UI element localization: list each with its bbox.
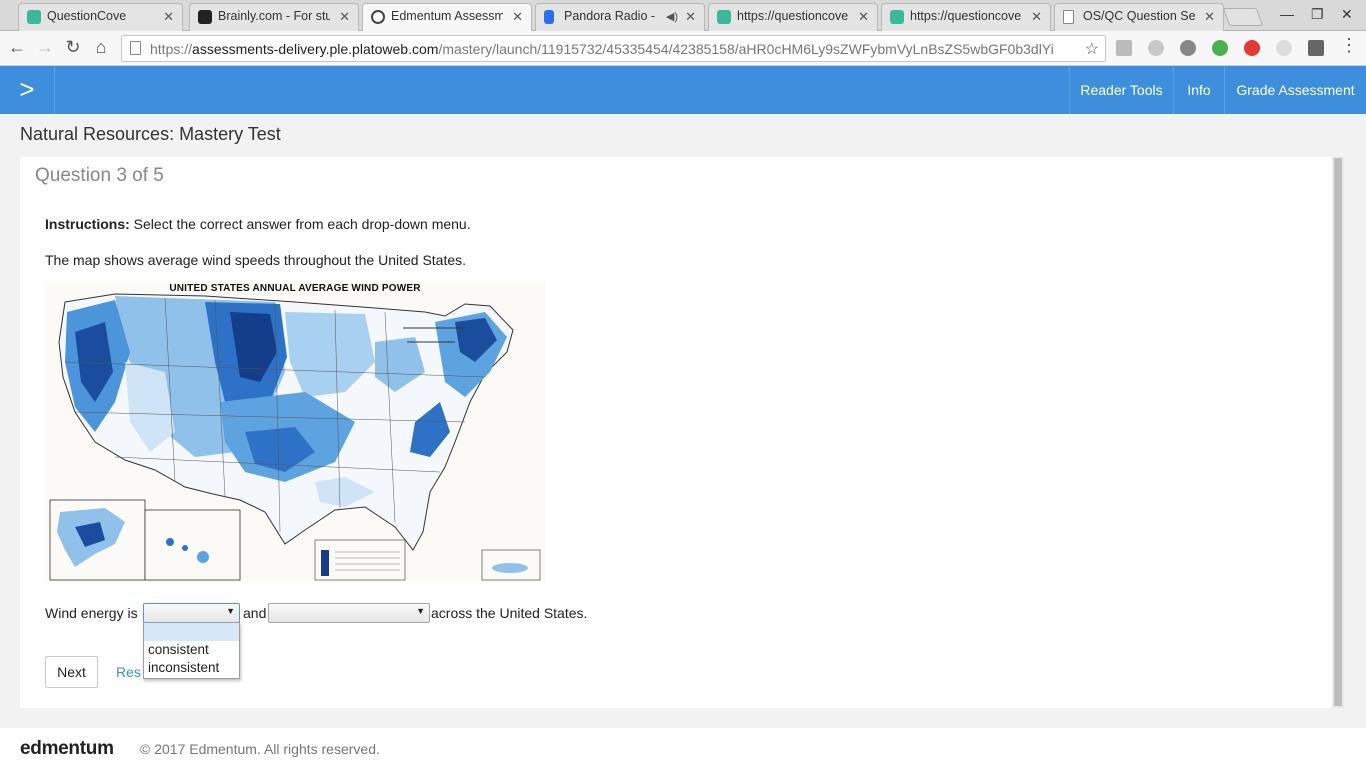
maximize-icon[interactable]: ❐ bbox=[1311, 6, 1324, 23]
tab-brainly[interactable]: Brainly.com - For stu ✕ bbox=[189, 3, 359, 31]
new-tab-button[interactable] bbox=[1222, 8, 1264, 26]
app-header: > Reader Tools Info Grade Assessment bbox=[0, 66, 1366, 114]
extension-icon[interactable] bbox=[1148, 40, 1164, 56]
tab-title: Pandora Radio - L bbox=[564, 9, 656, 23]
brainly-favicon-icon bbox=[198, 10, 212, 24]
extension-icon[interactable] bbox=[1276, 40, 1292, 56]
dropdown-option-empty[interactable] bbox=[144, 623, 239, 641]
minimize-icon[interactable]: — bbox=[1280, 6, 1294, 22]
tab-title: QuestionCove bbox=[47, 9, 127, 23]
questioncove-favicon-icon bbox=[890, 10, 904, 24]
tab-pandora[interactable]: Pandora Radio - L ◀) ✕ bbox=[535, 3, 705, 31]
tab-edmentum[interactable]: Edmentum Assessm ✕ bbox=[362, 3, 532, 32]
address-bar[interactable]: https://assessments-delivery.ple.platowe… bbox=[121, 35, 1106, 62]
dropdown-option-consistent[interactable]: consistent bbox=[144, 641, 239, 659]
chevron-right-icon[interactable]: > bbox=[0, 66, 55, 114]
map-image bbox=[45, 282, 545, 582]
pandora-favicon-icon bbox=[544, 10, 554, 24]
questioncove-favicon-icon bbox=[27, 10, 41, 24]
dropdown-arrow-icon: ▼ bbox=[226, 606, 235, 616]
browser-tab-strip: QuestionCove ✕ Brainly.com - For stu ✕ E… bbox=[0, 0, 1366, 32]
map-title: UNITED STATES ANNUAL AVERAGE WIND POWER bbox=[169, 283, 421, 294]
dropdown-2[interactable]: ▼ bbox=[268, 603, 430, 623]
close-tab-icon[interactable]: ✕ bbox=[163, 9, 174, 25]
dropdown-1-options: consistent inconsistent bbox=[143, 622, 240, 679]
dropdown-option-inconsistent[interactable]: inconsistent bbox=[144, 659, 239, 677]
tab-title: https://questioncove bbox=[737, 9, 849, 23]
chrome-menu-icon[interactable]: ⋮ bbox=[1338, 35, 1360, 56]
tab-questioncove-2[interactable]: https://questioncove ✕ bbox=[708, 3, 878, 31]
close-window-icon[interactable]: ✕ bbox=[1341, 6, 1353, 23]
tab-title: OS/QC Question Sea bbox=[1083, 9, 1195, 23]
home-icon[interactable]: ⌂ bbox=[90, 37, 112, 58]
page-title: Natural Resources: Mastery Test bbox=[20, 124, 281, 144]
instructions-text: Select the correct answer from each drop… bbox=[129, 216, 471, 232]
instructions: Instructions: Select the correct answer … bbox=[45, 216, 471, 232]
tab-title: https://questioncove bbox=[910, 9, 1022, 23]
extension-icon[interactable] bbox=[1180, 40, 1196, 56]
speaker-icon: ◀) bbox=[665, 11, 678, 23]
edmentum-logo: edmentum bbox=[20, 738, 114, 759]
close-tab-icon[interactable]: ✕ bbox=[1031, 9, 1042, 25]
close-tab-icon[interactable]: ✕ bbox=[339, 9, 350, 25]
browser-toolbar: ← → ↻ ⌂ https://assessments-delivery.ple… bbox=[0, 31, 1366, 66]
extension-icon[interactable] bbox=[1116, 40, 1132, 56]
sentence-start: Wind energy is bbox=[45, 605, 138, 621]
tab-questioncove[interactable]: QuestionCove ✕ bbox=[18, 3, 183, 31]
reset-link[interactable]: Res bbox=[116, 664, 141, 680]
scrollbar-thumb[interactable] bbox=[1334, 158, 1342, 706]
tab-title: Edmentum Assessm bbox=[391, 9, 503, 23]
copyright-text: © 2017 Edmentum. All rights reserved. bbox=[140, 741, 380, 757]
instructions-label: Instructions: bbox=[45, 216, 130, 232]
star-icon[interactable]: ☆ bbox=[1085, 39, 1099, 59]
close-tab-icon[interactable]: ✕ bbox=[512, 9, 523, 25]
reader-tools-button[interactable]: Reader Tools bbox=[1069, 66, 1173, 114]
tab-title: Brainly.com - For stu bbox=[218, 9, 330, 23]
sentence-and: and bbox=[243, 605, 267, 621]
close-tab-icon[interactable]: ✕ bbox=[1204, 9, 1215, 25]
extension-icon[interactable] bbox=[1244, 40, 1260, 56]
close-tab-icon[interactable]: ✕ bbox=[685, 9, 696, 25]
reload-icon[interactable]: ↻ bbox=[62, 37, 84, 58]
back-icon[interactable]: ← bbox=[6, 37, 28, 58]
tab-osqc[interactable]: OS/QC Question Sea ✕ bbox=[1054, 3, 1224, 31]
close-tab-icon[interactable]: ✕ bbox=[858, 9, 869, 25]
question-number: Question 3 of 5 bbox=[35, 165, 164, 186]
tab-questioncove-3[interactable]: https://questioncove ✕ bbox=[881, 3, 1051, 31]
extension-icon[interactable] bbox=[1308, 40, 1324, 56]
map-caption: The map shows average wind speeds throug… bbox=[45, 252, 467, 268]
sentence-end: across the United States. bbox=[431, 605, 588, 621]
document-favicon-icon bbox=[1063, 10, 1074, 24]
dropdown-1[interactable]: ▼ bbox=[143, 603, 240, 623]
wind-power-map: UNITED STATES ANNUAL AVERAGE WIND POWER bbox=[45, 282, 545, 582]
grade-assessment-button[interactable]: Grade Assessment bbox=[1224, 66, 1366, 114]
forward-icon[interactable]: → bbox=[34, 37, 56, 58]
edmentum-favicon-icon bbox=[371, 10, 385, 24]
dropdown-arrow-icon: ▼ bbox=[416, 606, 425, 616]
questioncove-favicon-icon bbox=[717, 10, 731, 24]
extension-icon[interactable] bbox=[1212, 40, 1228, 56]
info-button[interactable]: Info bbox=[1173, 66, 1224, 114]
page-icon bbox=[130, 41, 141, 55]
url-text: https://assessments-delivery.ple.platowe… bbox=[150, 41, 1054, 57]
next-button[interactable]: Next bbox=[45, 656, 98, 688]
